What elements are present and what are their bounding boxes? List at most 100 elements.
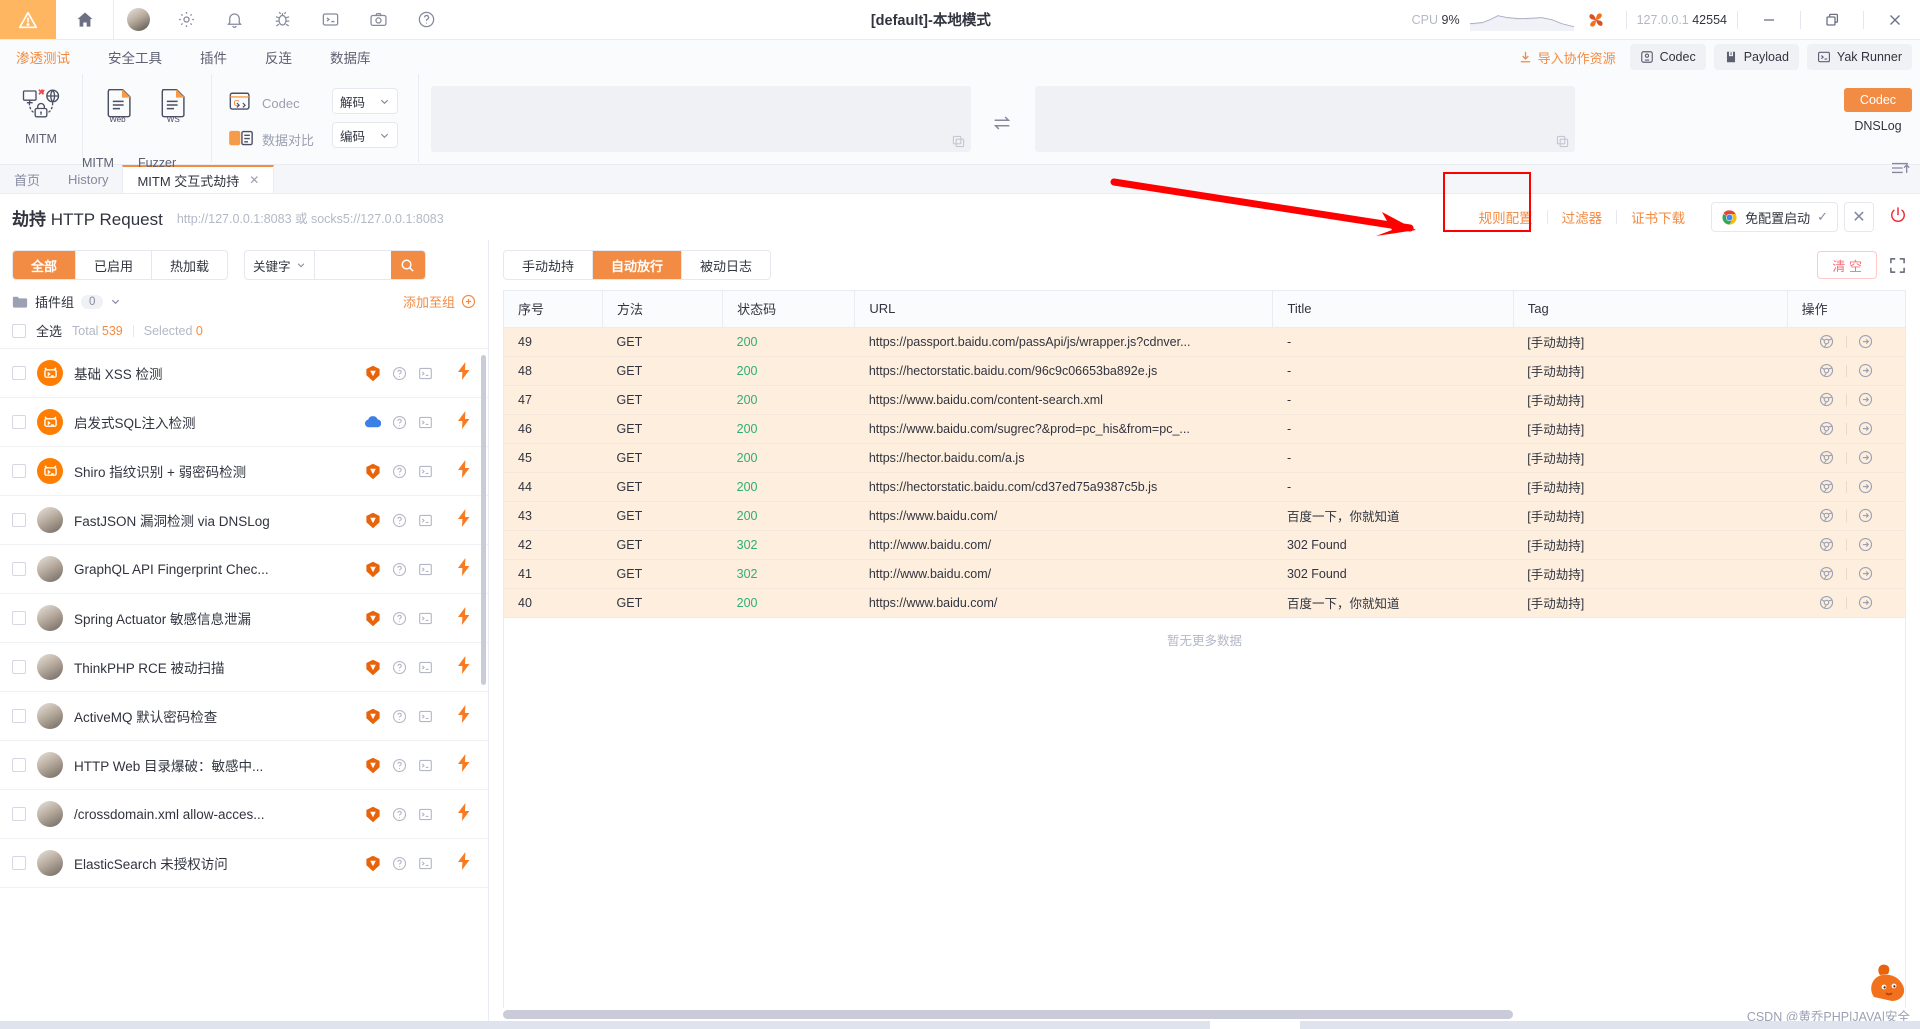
column-header-tag[interactable]: Tag	[1513, 291, 1788, 328]
run-plugin-icon[interactable]	[456, 410, 472, 434]
help-icon[interactable]	[392, 660, 407, 675]
shield-badge-icon[interactable]	[365, 757, 381, 774]
forward-request-icon[interactable]	[1847, 392, 1885, 407]
table-horizontal-scrollbar[interactable]	[503, 1010, 1906, 1019]
fullscreen-icon[interactable]	[1889, 257, 1906, 274]
list-item[interactable]: HTTP Web 目录爆破：敏感中...	[0, 741, 488, 790]
select-all-checkbox[interactable]	[12, 323, 26, 338]
search-button[interactable]	[390, 251, 425, 279]
open-in-browser-icon[interactable]	[1808, 392, 1846, 407]
plugin-list-scrollbar[interactable]	[481, 355, 486, 685]
run-plugin-icon[interactable]	[456, 802, 472, 826]
bell-icon[interactable]	[210, 0, 258, 40]
run-plugin-icon[interactable]	[456, 655, 472, 679]
clear-button[interactable]: 清 空	[1817, 251, 1877, 279]
run-plugin-icon[interactable]	[456, 606, 472, 630]
column-header-method[interactable]: 方法	[602, 291, 724, 328]
plugin-checkbox[interactable]	[12, 464, 26, 478]
column-header-status[interactable]: 状态码	[722, 291, 856, 328]
terminal-icon[interactable]	[418, 611, 433, 626]
swap-icon[interactable]	[981, 74, 1023, 134]
segment-manual-hijack[interactable]: 手动劫持	[504, 251, 594, 279]
add-to-group-button[interactable]: 添加至组	[403, 292, 476, 311]
shield-badge-icon[interactable]	[365, 855, 381, 872]
plugin-checkbox[interactable]	[12, 709, 26, 723]
filter-link[interactable]: 过滤器	[1548, 207, 1617, 227]
table-row[interactable]: 49 GET 200 https://passport.baidu.com/pa…	[504, 327, 1905, 357]
run-plugin-icon[interactable]	[456, 704, 472, 728]
tab-home[interactable]: 首页	[0, 165, 54, 193]
run-plugin-icon[interactable]	[456, 753, 472, 777]
help-icon[interactable]	[392, 415, 407, 430]
forward-request-icon[interactable]	[1847, 363, 1885, 378]
open-in-browser-icon[interactable]	[1808, 595, 1846, 610]
ribbon-tab-reverse[interactable]: 反连	[259, 47, 298, 67]
forward-request-icon[interactable]	[1847, 479, 1885, 494]
shield-badge-icon[interactable]	[365, 463, 381, 480]
ribbon-item-ws-fuzzer[interactable]: WS	[147, 80, 201, 124]
shield-badge-icon[interactable]	[365, 610, 381, 627]
terminal-icon[interactable]	[418, 709, 433, 724]
close-button[interactable]	[1874, 0, 1916, 40]
run-plugin-icon[interactable]	[456, 557, 472, 581]
collapse-ribbon-icon[interactable]	[1890, 160, 1910, 181]
help-icon[interactable]	[402, 0, 450, 40]
run-plugin-icon[interactable]	[456, 851, 472, 875]
camera-icon[interactable]	[354, 0, 402, 40]
help-icon[interactable]	[392, 611, 407, 626]
ribbon-tab-pentest[interactable]: 渗透测试	[10, 47, 76, 67]
run-plugin-icon[interactable]	[456, 361, 472, 385]
ribbon-tab-plugins[interactable]: 插件	[194, 47, 233, 67]
yak-runner-button[interactable]: Yak Runner	[1806, 44, 1912, 70]
power-icon[interactable]	[1888, 205, 1908, 230]
open-in-browser-icon[interactable]	[1808, 479, 1846, 494]
table-row[interactable]: 43 GET 200 https://www.baidu.com/ 百度一下，你…	[504, 501, 1905, 531]
segment-auto-forward[interactable]: 自动放行	[593, 251, 683, 279]
terminal-icon[interactable]	[418, 415, 433, 430]
ribbon-tab-database[interactable]: 数据库	[324, 47, 377, 67]
table-row[interactable]: 47 GET 200 https://www.baidu.com/content…	[504, 385, 1905, 415]
quick-start-chip[interactable]: 免配置启动 ✓	[1711, 202, 1838, 232]
column-header-actions[interactable]: 操作	[1787, 291, 1905, 328]
terminal-icon[interactable]	[418, 758, 433, 773]
encode-select[interactable]: 编码	[332, 122, 399, 148]
side-tab-dnslog[interactable]: DNSLog	[1844, 114, 1912, 138]
segment-enabled[interactable]: 已启用	[76, 251, 153, 279]
terminal-icon[interactable]	[418, 807, 433, 822]
stop-button[interactable]: ✕	[1844, 202, 1874, 232]
run-plugin-icon[interactable]	[456, 459, 472, 483]
column-header-title[interactable]: Title	[1272, 291, 1514, 328]
list-item[interactable]: 基础 XSS 检测	[0, 349, 488, 398]
list-item[interactable]: ElasticSearch 未授权访问	[0, 839, 488, 888]
open-in-browser-icon[interactable]	[1808, 334, 1846, 349]
help-icon[interactable]	[392, 513, 407, 528]
open-in-browser-icon[interactable]	[1808, 450, 1846, 465]
terminal-icon[interactable]	[306, 0, 354, 40]
list-item[interactable]: ThinkPHP RCE 被动扫描	[0, 643, 488, 692]
shield-badge-icon[interactable]	[365, 708, 381, 725]
terminal-icon[interactable]	[418, 660, 433, 675]
forward-request-icon[interactable]	[1847, 450, 1885, 465]
terminal-icon[interactable]	[418, 464, 433, 479]
open-in-browser-icon[interactable]	[1808, 363, 1846, 378]
table-row[interactable]: 46 GET 200 https://www.baidu.com/sugrec?…	[504, 414, 1905, 444]
table-row[interactable]: 40 GET 200 https://www.baidu.com/ 百度一下，你…	[504, 588, 1905, 618]
chevron-down-icon[interactable]	[110, 296, 121, 307]
table-row[interactable]: 45 GET 200 https://hector.baidu.com/a.js…	[504, 443, 1905, 473]
ribbon-item-web-fuzzer[interactable]: Web	[93, 80, 147, 124]
cert-download-link[interactable]: 证书下载	[1617, 207, 1699, 227]
help-icon[interactable]	[392, 758, 407, 773]
ribbon-item-codec[interactable]: C Codec	[222, 88, 320, 118]
search-input[interactable]	[314, 251, 391, 279]
segment-passive-log[interactable]: 被动日志	[682, 251, 770, 279]
help-icon[interactable]	[392, 366, 407, 381]
codec-button[interactable]: Codec	[1629, 44, 1706, 70]
payload-button[interactable]: Payload	[1713, 44, 1799, 70]
list-item[interactable]: GraphQL API Fingerprint Chec...	[0, 545, 488, 594]
forward-request-icon[interactable]	[1847, 334, 1885, 349]
open-in-browser-icon[interactable]	[1808, 508, 1846, 523]
check-icon[interactable]: ✓	[1817, 209, 1828, 225]
help-icon[interactable]	[392, 709, 407, 724]
home-icon[interactable]	[56, 0, 114, 40]
gear-icon[interactable]	[162, 0, 210, 40]
